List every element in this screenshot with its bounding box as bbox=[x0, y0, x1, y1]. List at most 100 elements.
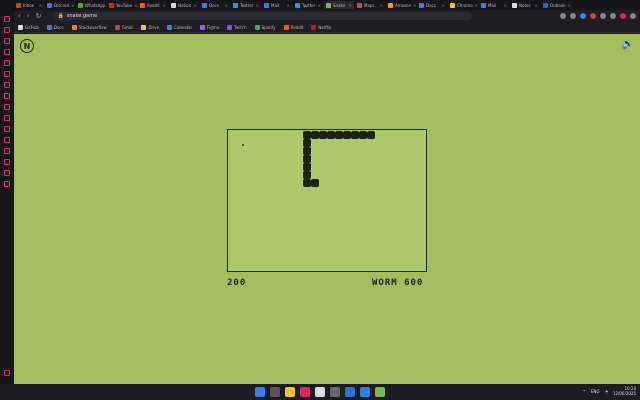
sidebar-icon[interactable] bbox=[4, 93, 10, 99]
sidebar-icon[interactable] bbox=[4, 115, 10, 121]
sidebar-icon[interactable] bbox=[4, 159, 10, 165]
sidebar-icon[interactable] bbox=[4, 71, 10, 77]
bookmark-favicon-icon bbox=[200, 24, 206, 30]
bookmark-item[interactable]: Stackoverflow bbox=[71, 24, 107, 30]
bookmark-item[interactable]: Spotify bbox=[254, 24, 276, 30]
browser-tab[interactable]: Outlook × bbox=[541, 1, 571, 9]
bookmark-item[interactable]: Gmail bbox=[114, 24, 133, 30]
settings-icon[interactable] bbox=[4, 370, 10, 376]
browser-tab[interactable]: Discord × bbox=[45, 1, 75, 9]
browser-tab[interactable]: Inbox × bbox=[14, 1, 44, 9]
tab-close-icon[interactable]: × bbox=[225, 3, 228, 8]
profile-icon[interactable] bbox=[620, 13, 626, 19]
app-icon[interactable] bbox=[375, 387, 385, 397]
menu-icon[interactable] bbox=[630, 13, 636, 19]
game-logo-icon[interactable]: N bbox=[20, 39, 34, 53]
wifi-icon[interactable]: ◔ bbox=[604, 389, 608, 394]
chrome-icon[interactable] bbox=[345, 387, 355, 397]
extension-icon[interactable] bbox=[610, 13, 616, 19]
address-bar[interactable]: 🔒 snake.game bbox=[51, 12, 472, 20]
tab-close-icon[interactable]: × bbox=[256, 3, 259, 8]
sidebar-icon[interactable] bbox=[4, 181, 10, 187]
sidebar-icon[interactable] bbox=[4, 82, 10, 88]
snake-segment bbox=[367, 131, 375, 139]
bookmark-item[interactable]: Reddit bbox=[283, 24, 303, 30]
bookmark-item[interactable]: Docs bbox=[46, 24, 64, 30]
extension-icon[interactable] bbox=[560, 13, 566, 19]
back-icon[interactable]: ‹ bbox=[18, 12, 21, 20]
browser-icon[interactable] bbox=[300, 387, 310, 397]
extension-icon[interactable] bbox=[590, 13, 596, 19]
sidebar-icon[interactable] bbox=[4, 104, 10, 110]
sound-icon[interactable]: 🔈 bbox=[622, 39, 634, 50]
browser-tab[interactable]: Notes × bbox=[510, 1, 540, 9]
tab-close-icon[interactable]: × bbox=[349, 3, 352, 8]
sidebar-icon[interactable] bbox=[4, 38, 10, 44]
snake-segment bbox=[351, 131, 359, 139]
tab-close-icon[interactable]: × bbox=[568, 3, 571, 8]
language-indicator[interactable]: ENG bbox=[591, 389, 600, 394]
sidebar-icon[interactable] bbox=[4, 137, 10, 143]
extension-icon[interactable] bbox=[600, 13, 606, 19]
search-icon[interactable] bbox=[270, 387, 280, 397]
browser-tab[interactable]: Snake × bbox=[324, 1, 354, 9]
tab-favicon-icon bbox=[512, 2, 517, 8]
bookmark-favicon-icon bbox=[71, 24, 77, 30]
browser-tab[interactable]: Twitter × bbox=[293, 1, 323, 9]
sidebar-icon[interactable] bbox=[4, 60, 10, 66]
tab-close-icon[interactable]: × bbox=[287, 3, 290, 8]
browser-tab[interactable]: Mail × bbox=[262, 1, 292, 9]
tab-close-icon[interactable]: × bbox=[71, 3, 74, 8]
extension-icon[interactable] bbox=[570, 13, 576, 19]
bookmark-item[interactable]: Twitch bbox=[227, 24, 247, 30]
browser-tab[interactable]: Twitter × bbox=[231, 1, 261, 9]
browser-tab[interactable]: Amazon × bbox=[386, 1, 416, 9]
tab-close-icon[interactable]: × bbox=[163, 3, 166, 8]
bookmark-item[interactable]: Figma bbox=[200, 24, 219, 30]
tab-close-icon[interactable]: × bbox=[475, 3, 478, 8]
browser-tab[interactable]: WhatsApp× bbox=[76, 1, 106, 9]
browser-tab[interactable]: Chrome × bbox=[448, 1, 478, 9]
sidebar-icon[interactable] bbox=[4, 170, 10, 176]
extension-icon[interactable] bbox=[580, 13, 586, 19]
browser-tab[interactable]: Docs × bbox=[200, 1, 230, 9]
reload-icon[interactable]: ↻ bbox=[36, 12, 42, 20]
forward-icon[interactable]: › bbox=[27, 12, 30, 20]
vscode-icon[interactable] bbox=[360, 387, 370, 397]
tab-close-icon[interactable]: × bbox=[194, 3, 197, 8]
start-icon[interactable] bbox=[255, 387, 265, 397]
bookmark-item[interactable]: Netflix bbox=[311, 24, 331, 30]
sidebar-icon[interactable] bbox=[4, 49, 10, 55]
browser-tab[interactable]: Docs × bbox=[417, 1, 447, 9]
sidebar-icon[interactable] bbox=[4, 16, 10, 22]
browser-tab[interactable]: YouTube × bbox=[107, 1, 137, 9]
tab-close-icon[interactable]: × bbox=[504, 3, 507, 8]
browser-tab[interactable]: Notion × bbox=[169, 1, 199, 9]
browser-tab[interactable]: Mail × bbox=[479, 1, 509, 9]
sidebar-icon[interactable] bbox=[4, 27, 10, 33]
snake-segment bbox=[311, 131, 319, 139]
clock[interactable]: 10:24 12/06/2025 bbox=[613, 386, 636, 396]
sidebar-icon[interactable] bbox=[4, 148, 10, 154]
browser-tab[interactable]: Maps × bbox=[355, 1, 385, 9]
app-icon[interactable] bbox=[330, 387, 340, 397]
bookmark-favicon-icon bbox=[18, 24, 23, 30]
bookmark-item[interactable]: Calendar bbox=[167, 24, 192, 30]
game-board[interactable] bbox=[227, 129, 427, 272]
app-icon[interactable] bbox=[315, 387, 325, 397]
tab-close-icon[interactable]: × bbox=[318, 3, 321, 8]
bookmark-item[interactable]: GitHub bbox=[18, 24, 39, 30]
tab-favicon-icon bbox=[450, 2, 455, 8]
tab-close-icon[interactable]: × bbox=[380, 3, 383, 8]
tab-close-icon[interactable]: × bbox=[39, 3, 42, 8]
sidebar-icon[interactable] bbox=[4, 126, 10, 132]
file-explorer-icon[interactable] bbox=[285, 387, 295, 397]
tab-close-icon[interactable]: × bbox=[535, 3, 538, 8]
tab-close-icon[interactable]: × bbox=[442, 3, 445, 8]
browser-tab[interactable]: Reddit × bbox=[138, 1, 168, 9]
bookmark-item[interactable]: Drive bbox=[141, 24, 159, 30]
tray-chevron-icon[interactable]: ⌃ bbox=[582, 389, 585, 394]
tab-close-icon[interactable]: × bbox=[134, 3, 137, 8]
tab-label: Mail bbox=[488, 2, 497, 8]
tab-close-icon[interactable]: × bbox=[413, 3, 416, 8]
